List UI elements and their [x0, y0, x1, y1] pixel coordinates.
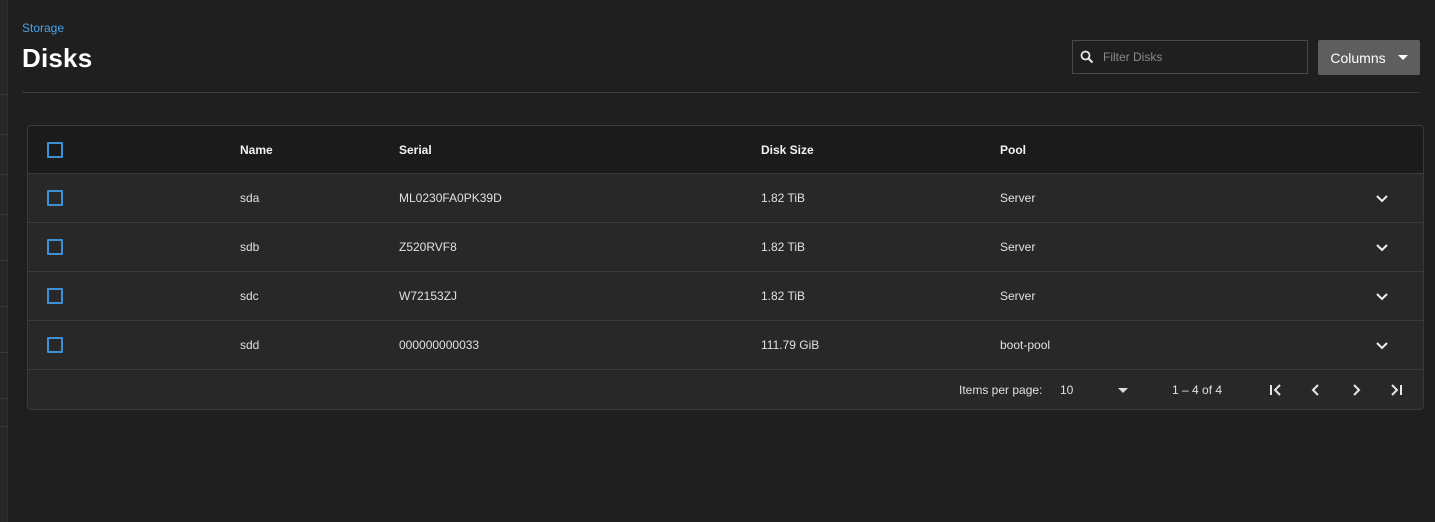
column-header-serial[interactable]: Serial [399, 126, 432, 173]
disk-serial: 000000000033 [399, 338, 480, 352]
filter-disks-field[interactable] [1072, 40, 1308, 74]
disk-pool: Server [1000, 289, 1036, 303]
column-header-disk-size[interactable]: Disk Size [761, 126, 814, 173]
search-icon [1073, 50, 1101, 64]
column-header-pool[interactable]: Pool [1000, 126, 1026, 173]
disk-serial: Z520RVF8 [399, 240, 457, 254]
columns-button-label: Columns [1330, 49, 1386, 66]
first-page-icon [1270, 384, 1281, 396]
items-per-page-select[interactable]: 10 [1060, 370, 1128, 409]
row-checkbox[interactable] [47, 288, 63, 304]
column-header-name[interactable]: Name [240, 126, 273, 173]
disk-size: 1.82 TiB [761, 191, 806, 205]
page-title: Disks [22, 43, 93, 73]
side-panel-edge [0, 0, 8, 522]
table-row[interactable]: sdc W72153ZJ 1.82 TiB Server [28, 272, 1423, 321]
table-row[interactable]: sdb Z520RVF8 1.82 TiB Server [28, 223, 1423, 272]
disk-pool: Server [1000, 240, 1036, 254]
header-divider [22, 92, 1420, 93]
items-per-page-value: 10 [1060, 383, 1074, 397]
expand-row-chevron-down-icon[interactable] [1372, 272, 1392, 320]
disk-pool: boot-pool [1000, 338, 1051, 352]
row-checkbox[interactable] [47, 190, 63, 206]
expand-row-chevron-down-icon[interactable] [1372, 321, 1392, 369]
disk-size: 111.79 GiB [761, 338, 820, 352]
dropdown-caret-icon [1397, 55, 1408, 60]
expand-row-chevron-down-icon[interactable] [1372, 223, 1392, 271]
columns-button[interactable]: Columns [1318, 40, 1420, 75]
disk-size: 1.82 TiB [761, 289, 806, 303]
disk-name: sdd [240, 338, 260, 352]
next-page-button[interactable] [1346, 370, 1366, 409]
row-checkbox[interactable] [47, 239, 63, 255]
breadcrumb-storage[interactable]: Storage [22, 21, 64, 35]
page-range-label: 1 – 4 of 4 [1172, 383, 1223, 397]
row-checkbox[interactable] [47, 337, 63, 353]
disk-serial: W72153ZJ [399, 289, 458, 303]
last-page-icon [1391, 384, 1402, 396]
chevron-down-icon [1118, 387, 1128, 393]
select-all-checkbox[interactable] [47, 141, 63, 158]
disk-name: sdc [240, 289, 259, 303]
previous-page-button[interactable] [1306, 370, 1326, 409]
chevron-left-icon [1311, 384, 1319, 396]
disk-name: sda [240, 191, 260, 205]
disk-name: sdb [240, 240, 260, 254]
table-header-row: Name Serial Disk Size Pool [28, 126, 1423, 174]
last-page-button[interactable] [1386, 370, 1406, 409]
items-per-page-label: Items per page: [959, 383, 1043, 397]
chevron-right-icon [1353, 384, 1361, 396]
disk-serial: ML0230FA0PK39D [399, 191, 502, 205]
table-row[interactable]: sdd 000000000033 111.79 GiB boot-pool [28, 321, 1423, 370]
filter-disks-input[interactable] [1101, 49, 1307, 65]
table-row[interactable]: sda ML0230FA0PK39D 1.82 TiB Server [28, 174, 1423, 223]
disks-table: Name Serial Disk Size Pool sda ML0230FA0… [27, 125, 1424, 410]
first-page-button[interactable] [1266, 370, 1286, 409]
expand-row-chevron-down-icon[interactable] [1372, 174, 1392, 222]
disk-size: 1.82 TiB [761, 240, 806, 254]
paginator: Items per page: 10 1 – 4 of 4 [28, 370, 1423, 409]
disk-pool: Server [1000, 191, 1036, 205]
